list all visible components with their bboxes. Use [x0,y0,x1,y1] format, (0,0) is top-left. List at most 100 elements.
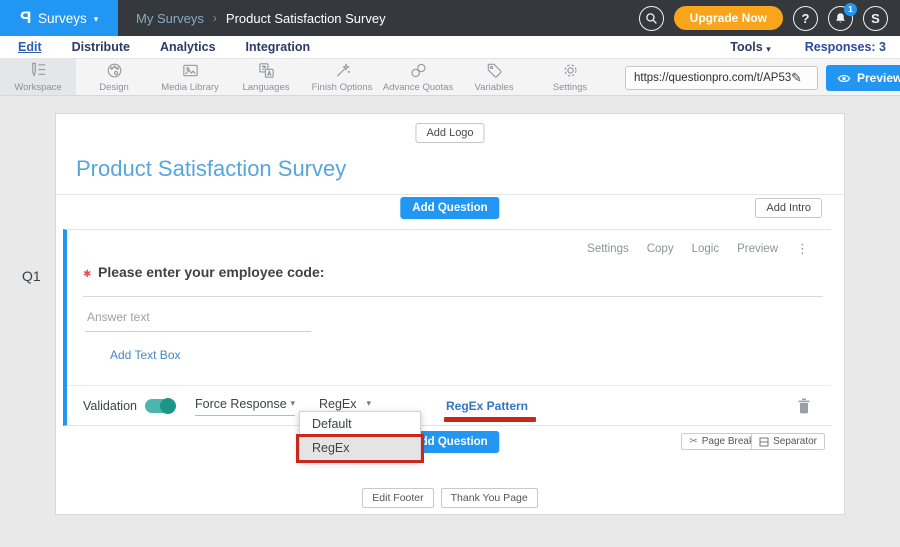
chevron-down-icon: ▾ [290,398,295,409]
trash-icon [797,398,811,414]
toolbar-item-label: Media Library [161,82,219,93]
tab-integration[interactable]: Integration [246,40,311,54]
question-preview-link[interactable]: Preview [737,243,778,255]
chevron-down-icon: ▾ [766,44,771,54]
help-button[interactable]: ? [793,6,818,31]
toolbar-item-label: Settings [553,82,587,93]
survey-url-box: ✎ [625,66,818,90]
divider [56,194,844,195]
question-settings-link[interactable]: Settings [587,243,629,255]
answer-field-underline [85,331,311,332]
toolbar-item-workspace[interactable]: Workspace [0,59,76,95]
finish-options-icon [333,61,352,80]
add-text-box-link[interactable]: Add Text Box [110,348,181,362]
scissors-icon: ✂ [689,436,697,447]
annotation-red-underline [444,417,536,422]
toolbar-item-variables[interactable]: Variables [456,59,532,95]
notifications-button[interactable]: 1 [828,6,853,31]
add-question-button-top[interactable]: Add Question [400,197,499,219]
edit-footer-button[interactable]: Edit Footer [362,488,433,508]
toolbar-item-finish-options[interactable]: Finish Options [304,59,380,95]
tab-distribute[interactable]: Distribute [72,40,130,54]
upgrade-now-button[interactable]: Upgrade Now [674,6,783,30]
nav-right: Tools ▾ Responses: 3 [730,40,886,54]
chevron-down-icon: ▾ [366,398,371,409]
toggle-knob [160,398,176,414]
question-actions: Settings Copy Logic Preview ⋮ [587,241,809,257]
thank-you-page-button[interactable]: Thank You Page [441,488,538,508]
editor-canvas: Q1 Add Logo Product Satisfaction Survey … [0,96,900,547]
dropdown-option-default[interactable]: Default [300,412,420,436]
separator-button[interactable]: Separator [751,433,825,450]
question-block: Settings Copy Logic Preview ⋮ ✱ Please e… [63,229,831,426]
variables-icon [485,61,504,80]
question-number: Q1 [22,268,41,284]
avatar-initial: S [871,11,880,26]
top-bar: P Surveys ▾ My Surveys › Product Satisfa… [0,0,900,36]
advance-quotas-icon [409,61,428,80]
survey-card: Add Logo Product Satisfaction Survey Add… [55,113,845,515]
questionpro-survey-editor: P Surveys ▾ My Surveys › Product Satisfa… [0,0,900,547]
tab-edit[interactable]: Edit [18,40,42,54]
validation-label: Validation [83,399,137,413]
card-footer: Edit Footer Thank You Page [56,488,844,508]
survey-nav: Edit Distribute Analytics Integration To… [0,36,900,58]
delete-question-button[interactable] [797,398,811,414]
search-button[interactable] [639,6,664,31]
question-copy-link[interactable]: Copy [647,243,674,255]
tab-analytics[interactable]: Analytics [160,40,216,54]
dropdown-option-regex[interactable]: RegEx [300,436,420,460]
toolbar-item-settings[interactable]: Settings [532,59,608,95]
chevron-down-icon: ▾ [94,14,99,25]
media-library-icon [181,61,200,80]
regex-pattern-wrap: RegEx Pattern [446,397,528,415]
question-logic-link[interactable]: Logic [692,243,720,255]
breadcrumb: My Surveys › Product Satisfaction Survey [136,11,386,26]
more-options-icon[interactable]: ⋮ [796,241,809,257]
breadcrumb-my-surveys[interactable]: My Surveys [136,11,204,26]
product-menu[interactable]: P Surveys ▾ [0,0,118,36]
add-logo-button[interactable]: Add Logo [415,123,484,143]
add-intro-button[interactable]: Add Intro [755,198,822,218]
toolbar-item-label: Finish Options [312,82,373,93]
toolbar-item-advance-quotas[interactable]: Advance Quotas [380,59,456,95]
tools-menu[interactable]: Tools ▾ [730,40,770,54]
responses-link[interactable]: Responses: 3 [805,40,886,54]
design-icon [105,61,124,80]
toolbar-item-design[interactable]: Design [76,59,152,95]
required-asterisk-icon: ✱ [83,269,91,280]
toolbar-item-label: Advance Quotas [383,82,453,93]
answer-text-field[interactable]: Answer text [87,310,150,324]
divider [67,385,831,386]
product-menu-label: Surveys [38,11,87,26]
breadcrumb-current-survey: Product Satisfaction Survey [226,11,386,26]
question-text[interactable]: Please enter your employee code: [98,264,324,280]
help-icon: ? [802,11,810,26]
search-icon [645,12,658,25]
languages-icon [257,61,276,80]
toolbar-item-label: Variables [475,82,514,93]
separator-icon [759,437,769,447]
notification-badge: 1 [844,3,857,16]
regex-pattern-link[interactable]: RegEx Pattern [446,399,528,413]
questionpro-logo-icon: P [20,8,31,28]
edit-url-icon[interactable]: ✎ [791,70,808,86]
toolbar-item-label: Workspace [14,82,61,93]
eye-icon [837,73,851,84]
editor-toolbar: Workspace Design Media Library Languages… [0,58,900,96]
toolbar-item-label: Design [99,82,129,93]
survey-title[interactable]: Product Satisfaction Survey [76,156,346,182]
validation-toggle[interactable] [145,399,175,413]
toolbar-item-languages[interactable]: Languages [228,59,304,95]
survey-url-input[interactable] [626,72,791,84]
breadcrumb-separator: › [213,11,217,25]
preview-button[interactable]: Preview [826,65,900,91]
toolbar-item-media-library[interactable]: Media Library [152,59,228,95]
force-response-dropdown[interactable]: Force Response▾ [195,397,295,416]
page-break-button[interactable]: ✂Page Break [681,433,762,450]
validation-row: Validation Force Response▾ RegEx▾ RegEx … [83,393,811,419]
regex-dropdown-menu: Default RegEx [299,411,421,461]
question-text-underline [83,296,823,297]
workspace-icon [29,61,48,80]
user-avatar[interactable]: S [863,6,888,31]
